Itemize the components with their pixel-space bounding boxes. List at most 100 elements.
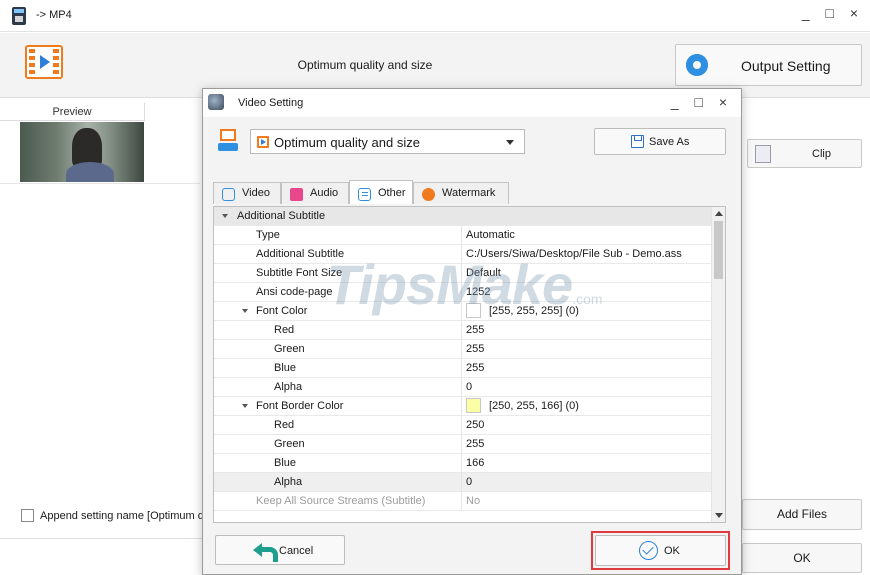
output-setting-label: Output Setting (741, 58, 831, 74)
grid-row-value[interactable]: Default (463, 264, 711, 283)
save-as-button[interactable]: Save As (594, 128, 726, 155)
grid-row-value[interactable]: 0 (463, 378, 711, 397)
add-files-button[interactable]: Add Files (742, 499, 862, 530)
grid-row[interactable]: Subtitle Font Size Default (214, 264, 711, 283)
grid-row[interactable]: Red 255 (214, 321, 711, 340)
collapse-icon[interactable] (222, 214, 228, 218)
collapse-icon[interactable] (242, 404, 248, 408)
dialog-app-icon (208, 94, 224, 110)
grid-row-font-color[interactable]: Font Color [255, 255, 255] (0) (214, 302, 711, 321)
grid-row-name: Font Color (256, 305, 308, 317)
grid-row-value: [255, 255, 255] (0) (489, 305, 579, 317)
dialog-title-bar: Video Setting _ □ × (203, 89, 741, 117)
preview-column-header[interactable]: Preview (0, 103, 145, 121)
footer-divider (0, 538, 202, 539)
grid-row-name: Green (274, 343, 305, 355)
clip-icon (755, 145, 771, 163)
grid-row[interactable]: Blue 255 (214, 359, 711, 378)
grid-row-value[interactable]: 255 (463, 359, 711, 378)
profile-dropdown-value: Optimum quality and size (274, 135, 420, 150)
scroll-down-arrow-icon[interactable] (715, 513, 723, 518)
grid-row-name: Alpha (274, 476, 303, 488)
grid-row-selected[interactable]: Alpha 0 (214, 473, 711, 492)
grid-row-name: Green (274, 438, 305, 450)
color-swatch[interactable] (466, 398, 481, 413)
grid-row-value[interactable]: 0 (463, 473, 711, 492)
list-icon (358, 188, 371, 201)
clip-button[interactable]: Clip (747, 139, 862, 168)
grid-scrollbar[interactable] (711, 207, 725, 522)
grid-row-name: Font Border Color (256, 400, 344, 412)
main-ok-button[interactable]: OK (742, 543, 862, 573)
grid-row-name: Additional Subtitle (256, 248, 345, 260)
video-preview-thumbnail[interactable] (20, 122, 144, 182)
dialog-ok-button[interactable]: OK (595, 535, 726, 566)
video-setting-dialog: Video Setting _ □ × Optimum quality and … (202, 88, 742, 575)
property-grid: Additional Subtitle Type Automatic Addit… (213, 206, 726, 523)
app-icon (12, 7, 26, 25)
main-title-bar: -> MP4 _ □ × (0, 0, 870, 32)
profile-list-icon (218, 129, 238, 155)
tab-audio[interactable]: Audio (281, 182, 349, 204)
video-file-icon (25, 45, 63, 79)
grid-row-value[interactable]: 250 (463, 416, 711, 435)
grid-row[interactable]: Green 255 (214, 340, 711, 359)
append-setting-checkbox[interactable] (21, 509, 34, 522)
grid-row-name: Alpha (274, 381, 303, 393)
grid-category-label: Additional Subtitle (237, 210, 326, 222)
grid-row[interactable]: Blue 166 (214, 454, 711, 473)
dialog-title: Video Setting (238, 97, 304, 109)
grid-row-name: Blue (274, 457, 297, 469)
back-arrow-icon (253, 543, 278, 562)
scroll-up-arrow-icon[interactable] (715, 211, 723, 216)
clip-label: Clip (812, 148, 831, 160)
grid-row-font-border-color[interactable]: Font Border Color [250, 255, 166] (0) (214, 397, 711, 416)
grid-row-value[interactable]: C:/Users/Siwa/Desktop/File Sub - Demo.as… (463, 245, 711, 264)
color-swatch[interactable] (466, 303, 481, 318)
output-setting-button[interactable]: Output Setting (675, 44, 862, 86)
scroll-thumb[interactable] (714, 221, 723, 279)
grid-row-value[interactable]: 1252 (463, 283, 711, 302)
grid-row[interactable]: Additional Subtitle C:/Users/Siwa/Deskto… (214, 245, 711, 264)
grid-row-value: No (466, 495, 481, 507)
window-title: -> MP4 (36, 9, 72, 21)
grid-row[interactable]: Green 255 (214, 435, 711, 454)
dialog-window-controls[interactable]: _ □ × (671, 94, 733, 110)
tab-watermark[interactable]: Watermark (413, 182, 509, 204)
check-circle-icon (639, 541, 658, 560)
grid-row[interactable]: Red 250 (214, 416, 711, 435)
grid-category-row[interactable]: Additional Subtitle (214, 207, 711, 226)
grid-row-value[interactable]: 166 (463, 454, 711, 473)
save-icon (631, 135, 644, 148)
profile-caption: Optimum quality and size (297, 58, 433, 72)
grid-row-name: Red (274, 324, 295, 336)
profile-dropdown[interactable]: Optimum quality and size (250, 129, 525, 154)
grid-row[interactable]: Alpha 0 (214, 378, 711, 397)
collapse-icon[interactable] (242, 309, 248, 313)
grid-row-name: Blue (274, 362, 297, 374)
grid-row-value[interactable]: Automatic (463, 226, 711, 245)
video-icon (222, 188, 235, 201)
window-controls[interactable]: _ □ × (802, 5, 864, 21)
grid-row-value[interactable]: 255 (463, 340, 711, 359)
grid-row[interactable]: Type Automatic (214, 226, 711, 245)
save-as-label: Save As (649, 136, 690, 148)
grid-row-name: Red (274, 419, 295, 431)
grid-row-value[interactable]: 255 (463, 321, 711, 340)
grid-row-name: Keep All Source Streams (Subtitle) (256, 495, 426, 507)
grid-row-name: Subtitle Font Size (256, 267, 343, 279)
grid-row[interactable]: Ansi code-page 1252 (214, 283, 711, 302)
watermark-icon (422, 188, 435, 201)
chevron-down-icon (506, 140, 514, 145)
film-icon (257, 136, 269, 148)
audio-icon (290, 188, 303, 201)
tab-video[interactable]: Video (213, 182, 281, 204)
grid-row-name: Ansi code-page (256, 286, 333, 298)
tab-other[interactable]: Other (349, 180, 413, 204)
grid-row-value[interactable]: 255 (463, 435, 711, 454)
grid-row-value: [250, 255, 166] (0) (489, 400, 579, 412)
cancel-button[interactable]: Cancel (215, 535, 345, 565)
append-setting-label: Append setting name [Optimum qu (40, 510, 202, 522)
list-divider (0, 183, 200, 184)
grid-row-name: Type (256, 229, 280, 241)
